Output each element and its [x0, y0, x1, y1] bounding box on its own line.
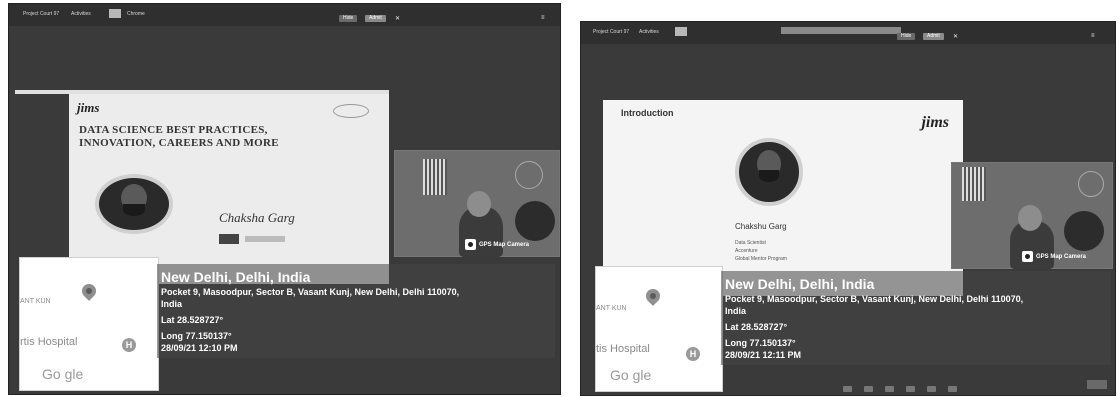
plant	[515, 201, 555, 241]
hide-button[interactable]: Hide	[339, 15, 358, 22]
partner-logo-icon	[333, 104, 369, 118]
speaker-beard	[123, 204, 145, 216]
geotag-country: India	[725, 306, 747, 316]
chat-button[interactable]	[927, 386, 936, 392]
location-map: ANT KUN rtis Hospital H Go gle	[19, 257, 159, 391]
geotag-longitude: Long 77.150137°	[725, 338, 796, 348]
camera-button[interactable]	[864, 386, 873, 392]
wall-calendar	[962, 167, 986, 201]
geotag-address: Pocket 9, Masoodpur, Sector B, Vasant Ku…	[161, 287, 460, 297]
geotag-longitude: Long 77.150137°	[161, 331, 232, 341]
selected-tab-indicator[interactable]	[109, 9, 121, 18]
geotag-city: New Delhi, Delhi, India	[725, 276, 875, 292]
wall-calendar	[423, 159, 447, 195]
jims-logo: jims	[921, 114, 949, 131]
mic-button[interactable]	[843, 386, 852, 392]
plant	[1064, 211, 1104, 251]
participants-button[interactable]	[906, 386, 915, 392]
geotag-address: Pocket 9, Masoodpur, Sector B, Vasant Ku…	[725, 294, 1024, 304]
gps-camera-label: GPS Map Camera	[1036, 254, 1087, 260]
meeting-controls-bar	[843, 379, 969, 392]
more-options-icon[interactable]: ≡	[541, 15, 545, 21]
end-call-button[interactable]	[1087, 380, 1107, 389]
geotag-country: India	[161, 299, 183, 309]
topbar-tab[interactable]: Project Court 97	[23, 11, 59, 17]
speaker-photo	[735, 138, 803, 206]
jims-logo: jims	[77, 100, 100, 115]
location-pin-icon	[79, 281, 99, 301]
meeting-screenshot-2: Project Court 97 Activities Hide Admit ✕…	[580, 21, 1116, 396]
map-provider-logo: Go gle	[42, 366, 84, 382]
hospital-icon: H	[122, 338, 136, 352]
participant-face	[467, 191, 491, 217]
selected-tab-indicator[interactable]	[675, 27, 687, 36]
slide-title: DATA SCIENCE BEST PRACTICES, INNOVATION,…	[79, 124, 279, 150]
geotag-overlay: New Delhi, Delhi, India Pocket 9, Masood…	[157, 264, 555, 358]
speaker-beard	[759, 170, 779, 182]
meeting-topbar: Project Court 97 Activities Chrome Hide …	[9, 4, 560, 26]
hide-button[interactable]: Hide	[897, 33, 916, 40]
gps-camera-icon	[1022, 251, 1033, 262]
speaker-program: Global Mentor Program	[735, 256, 787, 262]
geotag-overlay: New Delhi, Delhi, India Pocket 9, Masood…	[721, 271, 1111, 365]
topbar-tab[interactable]: Activities	[639, 29, 659, 35]
topbar-tab[interactable]: Activities	[71, 11, 91, 17]
map-place-label: tis Hospital	[596, 343, 650, 355]
institution-name	[245, 236, 285, 242]
participant-video[interactable]: GPS Map Camera	[951, 162, 1113, 269]
location-pin-icon	[643, 286, 663, 306]
address-bar[interactable]	[781, 27, 901, 34]
location-map: ANT KUN tis Hospital H Go gle	[595, 266, 723, 392]
close-icon[interactable]: ✕	[395, 15, 400, 22]
admit-button[interactable]: Admit	[923, 33, 944, 40]
geotag-datetime: 28/09/21 12:10 PM	[161, 343, 238, 353]
participant-video[interactable]: GPS Map Camera	[394, 150, 560, 257]
map-provider-logo: Go gle	[610, 367, 652, 383]
map-place-label: rtis Hospital	[20, 336, 78, 348]
slide-title-line: DATA SCIENCE BEST PRACTICES,	[79, 124, 268, 136]
gps-camera-label: GPS Map Camera	[479, 242, 530, 248]
speaker-signature: Chaksha Garg	[219, 210, 295, 225]
close-icon[interactable]: ✕	[953, 33, 958, 40]
topbar-tab[interactable]: Project Court 97	[593, 29, 629, 35]
geotag-datetime: 28/09/21 12:11 PM	[725, 350, 802, 360]
presentation-slide: jims DATA SCIENCE BEST PRACTICES, INNOVA…	[69, 94, 389, 284]
wall-clock-icon	[515, 161, 543, 189]
more-options-icon[interactable]: ≡	[1091, 33, 1095, 39]
slide-heading: Introduction	[621, 108, 674, 118]
wall-clock-icon	[1078, 171, 1104, 197]
topbar-tab[interactable]: Chrome	[127, 11, 145, 17]
institution-logo-icon	[219, 234, 239, 244]
speaker-photo	[95, 174, 173, 234]
slide-title-line: INNOVATION, CAREERS AND MORE	[79, 137, 279, 149]
more-button[interactable]	[948, 386, 957, 392]
share-button[interactable]	[885, 386, 894, 392]
geotag-latitude: Lat 28.528727°	[725, 322, 788, 332]
speaker-name: Chakshu Garg	[735, 222, 787, 231]
speaker-company: Accenture	[735, 248, 758, 254]
meeting-screenshot-1: Project Court 97 Activities Chrome Hide …	[8, 3, 561, 395]
meeting-topbar: Project Court 97 Activities Hide Admit ✕…	[581, 22, 1115, 44]
geotag-city: New Delhi, Delhi, India	[161, 269, 311, 285]
admit-button[interactable]: Admit	[365, 15, 386, 22]
hospital-icon: H	[686, 347, 700, 361]
gps-camera-icon	[465, 239, 476, 250]
geotag-latitude: Lat 28.528727°	[161, 315, 224, 325]
map-place-label: ANT KUN	[596, 305, 627, 312]
speaker-role: Data Scientist	[735, 240, 766, 246]
participant-face	[1018, 205, 1042, 231]
map-place-label: ANT KUN	[20, 298, 51, 305]
